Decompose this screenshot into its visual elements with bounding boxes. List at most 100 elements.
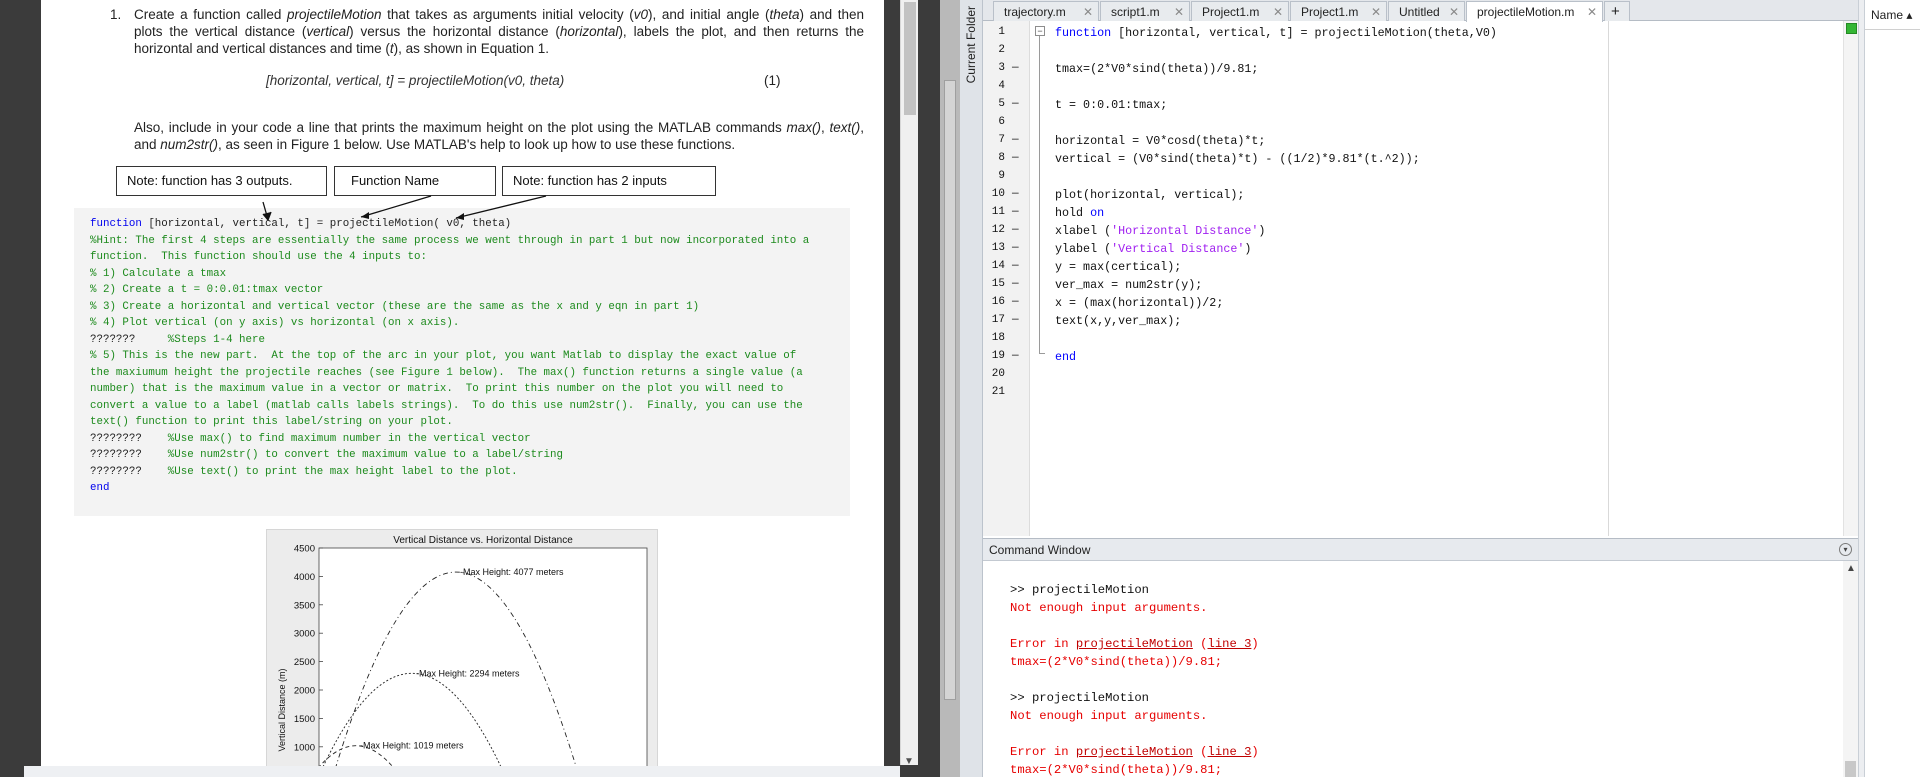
close-tab-icon[interactable]: ✕ [1174,5,1184,19]
breakpoint-marker[interactable]: — [1012,278,1019,290]
line-number: 11 [991,206,1005,218]
scroll-up-icon[interactable]: ▲ [1846,563,1856,574]
editor-tab[interactable]: Untitled ✕ [1388,1,1465,21]
code-line: number) that is the maximum value in a v… [90,383,784,395]
close-tab-icon[interactable]: ✕ [1587,5,1597,19]
editor-code-line[interactable]: t = 0:0.01:tmax; [1055,98,1167,112]
error-in-line-1[interactable]: Error in projectileMotion (line 3) [1010,637,1259,651]
code-line: end [90,482,110,494]
close-tab-icon[interactable]: ✕ [1083,5,1093,19]
editor-tabbar: trajectory.m ✕ script1.m ✕ Project1.m ✕ Projec… [983,0,1858,22]
editor-code-line[interactable]: tmax=(2*V0*sind(theta))/9.81; [1055,62,1258,76]
breakpoint-marker[interactable]: — [1012,62,1019,74]
editor-code-line[interactable]: horizontal = V0*cosd(theta)*t; [1055,134,1265,148]
separator-thumb[interactable] [944,80,956,700]
window-separator[interactable] [940,0,960,777]
line-number: 21 [991,386,1005,398]
close-tab-icon[interactable]: ✕ [1371,5,1381,19]
close-tab-icon[interactable]: ✕ [1449,5,1459,19]
editor-tab[interactable]: trajectory.m ✕ [993,1,1099,21]
code-line: % 5) This is the new part. At the top of… [90,350,797,362]
document-scrollbar[interactable]: ▼ [900,0,918,767]
editor-tab[interactable]: Project1.m ✕ [1290,1,1387,21]
paragraph-2: Also, include in your code a line that p… [134,120,864,152]
editor-tab[interactable]: script1.m ✕ [1100,1,1190,21]
tab-label: Untitled [1399,5,1440,19]
code-analyzer-ok-icon[interactable] [1846,23,1857,34]
error-code-line-1: tmax=(2*V0*sind(theta))/9.81; [1010,655,1223,669]
code-line: % 2) Create a t = 0:0.01:tmax vector [90,284,324,296]
editor-tab[interactable]: Project1.m ✕ [1191,1,1289,21]
editor-code-line[interactable]: function [horizontal, vertical, t] = pro… [1055,26,1497,40]
right-margin-line [1608,21,1609,536]
window-menu-icon[interactable]: ▾ [1839,543,1852,556]
scrollbar-thumb[interactable] [904,2,916,115]
workspace-splitter[interactable] [1858,0,1865,777]
code-line: the maxiumum height the projectile reach… [90,366,803,379]
breakpoint-marker[interactable]: — [1012,206,1019,218]
current-folder-label[interactable]: Current Folder [964,6,978,83]
command-scrollbar[interactable]: ▲ [1843,561,1858,777]
new-tab-button[interactable]: + [1604,1,1630,21]
editor-code-line[interactable]: vertical = (V0*sind(theta)*t) - ((1/2)*9… [1055,152,1420,166]
error-in-line-2[interactable]: Error in projectileMotion (line 3) [1010,745,1259,759]
line-number: 12 [991,224,1005,236]
breakpoint-marker[interactable]: — [1012,188,1019,200]
scroll-down-icon[interactable]: ▼ [904,756,914,767]
editor-code-line[interactable]: x = (max(horizontal))/2; [1055,296,1223,310]
workspace-name-header[interactable]: Name ▴ [1865,0,1920,30]
y-tick-label: 2000 [294,686,315,697]
equation: [horizontal, vertical, t] = projectileMo… [266,73,565,88]
document-bottom-bar [24,766,900,777]
line-number: 16 [991,296,1005,308]
y-axis-label: Vertical Distance (m) [277,668,287,751]
breakpoint-marker[interactable]: — [1012,296,1019,308]
breakpoint-marker[interactable]: — [1012,350,1019,362]
tab-label: trajectory.m [1004,5,1066,19]
line-number: 15 [991,278,1005,290]
error-code-line-2: tmax=(2*V0*sind(theta))/9.81; [1010,763,1223,777]
editor-code-line[interactable]: ver_max = num2str(y); [1055,278,1202,292]
breakpoint-marker[interactable]: — [1012,260,1019,272]
breakpoint-marker[interactable]: — [1012,242,1019,254]
editor-code-line[interactable]: y = max(certical); [1055,260,1181,274]
line-number: 4 [998,80,1005,92]
document-viewer: 1. Create a function called projectileMo… [0,0,940,777]
editor-code-line[interactable]: ylabel ('Vertical Distance') [1055,242,1251,256]
close-tab-icon[interactable]: ✕ [1273,5,1283,19]
breakpoint-marker[interactable]: — [1012,152,1019,164]
line-number: 5 [998,98,1005,110]
max-height-annotation: -Max Height: 1019 meters [360,741,464,751]
document-page: 1. Create a function called projectileMo… [41,0,884,777]
matlab-window: Current Folder trajectory.m ✕ script1.m ✕ Pr… [960,0,1920,777]
tab-label: Project1.m [1301,5,1359,19]
editor-code-line[interactable]: hold on [1055,206,1104,220]
max-height-annotation: -Max Height: 2294 meters [416,668,520,678]
paragraph-1-text: Create a function called projectileMotio… [134,7,865,56]
editor-code-line[interactable]: xlabel ('Horizontal Distance') [1055,224,1265,238]
figure-title: Vertical Distance vs. Horizontal Distanc… [393,535,573,546]
command-window-header: Command Window ▾ [983,539,1858,561]
editor-code-line[interactable]: text(x,y,ver_max); [1055,314,1181,328]
breakpoint-marker[interactable]: — [1012,98,1019,110]
editor-code-line[interactable]: plot(horizontal, vertical); [1055,188,1244,202]
command-scroll-thumb[interactable] [1845,761,1856,777]
code-line: ???????? %Use max() to find maximum numb… [90,432,531,445]
y-tick-label: 3500 [294,600,315,611]
line-number: 1 [998,26,1005,38]
editor-code-line[interactable]: end [1055,350,1076,364]
command-window: Command Window ▾ >> projectileMotion Not… [983,538,1858,777]
code-line: convert a value to a label (matlab calls… [90,399,803,412]
breakpoint-marker[interactable]: — [1012,134,1019,146]
editor-tab[interactable]: projectileMotion.m ✕ [1466,1,1603,22]
code-line: ???????? %Use num2str() to convert the m… [90,449,563,461]
prompt-line-1: >> projectileMotion [1010,583,1149,597]
editor-scrollbar[interactable] [1843,21,1858,536]
breakpoint-marker[interactable]: — [1012,224,1019,236]
current-folder-strip[interactable]: Current Folder [960,0,983,777]
line-number: 6 [998,116,1005,128]
fold-toggle-icon[interactable]: − [1035,26,1045,36]
line-number: 7 [998,134,1005,146]
y-tick-label: 1000 [294,742,315,753]
breakpoint-marker[interactable]: — [1012,314,1019,326]
